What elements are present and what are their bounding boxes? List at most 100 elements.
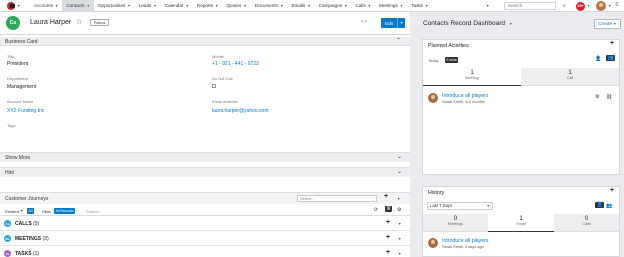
tab-calls[interactable]: 0 Calls (554, 214, 619, 232)
chevron-down-icon[interactable]: ▼ (398, 222, 401, 226)
refresh-icon[interactable]: ⟳ (374, 207, 378, 213)
settings-icon[interactable]: ⚙ (595, 94, 599, 100)
chevron-down-icon[interactable]: ▼ (55, 4, 58, 8)
add-history-icon[interactable]: + (610, 187, 614, 194)
unlink-icon[interactable]: ⛓ (606, 94, 612, 100)
add-meeting-icon[interactable]: + (386, 234, 390, 241)
nav-item-emails[interactable]: Emails ▼ (287, 0, 314, 12)
add-journey-icon[interactable]: + (384, 193, 388, 200)
filter-value-pill[interactable]: All Records (54, 207, 76, 214)
tab-call[interactable]: 1 Call (521, 68, 619, 86)
hint-bar[interactable]: Hint ⌄ (0, 167, 410, 177)
do-not-call-checkbox[interactable] (212, 84, 216, 88)
account-name-link[interactable]: XYZ Funding Inc (7, 108, 44, 114)
today-toggle[interactable]: Today (428, 58, 439, 63)
chevron-down-icon[interactable]: ▼ (215, 4, 218, 8)
chevron-down-icon[interactable]: ▼ (344, 4, 347, 8)
user-icon[interactable]: 👤 (595, 56, 601, 62)
nav-item-calendar[interactable]: Calendar ▼ (161, 0, 193, 12)
notifications-badge[interactable]: 20+ (576, 1, 585, 11)
chevron-down-icon[interactable]: ▼ (185, 4, 188, 8)
filter-label: Filter (42, 208, 51, 214)
chevron-down-icon[interactable]: ▼ (425, 4, 428, 8)
tab-meetings[interactable]: 0 Meetings (423, 214, 488, 232)
add-activity-icon[interactable]: + (610, 40, 614, 47)
chevron-down-icon[interactable]: ▼ (613, 22, 616, 26)
chevron-up-icon[interactable]: ⌃ (396, 37, 401, 44)
subpanel-tasks[interactable]: Ta TASKS (1) + ▼ (0, 247, 410, 257)
chevron-down-icon[interactable]: ▼ (87, 4, 90, 8)
subpanel-calls[interactable]: Ca CALLS (5) + ▼ (0, 217, 410, 231)
show-more-bar[interactable]: Show More ⌄ (0, 152, 410, 162)
assignee-avatar[interactable] (428, 93, 438, 103)
tab-email[interactable]: 1 Email (488, 214, 554, 232)
subpanel-meetings[interactable]: Me MEETINGS (3) + ▼ (0, 232, 410, 246)
chevron-down-icon[interactable]: ▼ (20, 209, 23, 213)
activity-title-link[interactable]: Introduce all players (442, 93, 488, 99)
filter-search-input[interactable]: Search... (86, 209, 102, 214)
chevron-down-icon[interactable]: ▼ (307, 4, 310, 8)
history-title-link[interactable]: Introduce all players (442, 238, 488, 244)
nav-item-reports[interactable]: Reports ▼ (193, 0, 223, 12)
dashboard-title[interactable]: Contacts Record Dashboard (423, 20, 505, 27)
nav-item-calls[interactable]: Calls ▼ (351, 0, 375, 12)
prev-next-icons[interactable]: ‹ › (361, 19, 367, 25)
chevron-down-icon[interactable]: ▼ (398, 237, 401, 241)
search-icon[interactable]: ⌕ (563, 3, 566, 9)
add-task-icon[interactable]: + (386, 249, 390, 256)
email-link[interactable]: laura.harper@yahoo.com (212, 108, 269, 114)
nav-item-leads[interactable]: Leads ▼ (135, 0, 161, 12)
chevron-down-icon[interactable]: ⌄ (397, 153, 402, 160)
brand-logo[interactable] (6, 1, 16, 10)
nav-item-accounts[interactable]: Accounts ▼ (30, 0, 62, 12)
chevron-down-icon[interactable]: ▼ (397, 197, 400, 201)
list-view-icon[interactable]: ≣ (385, 205, 393, 212)
group-icon[interactable]: 👥 (606, 203, 612, 209)
dashboard-chevron-icon[interactable]: ▼ (509, 22, 512, 26)
assignee-avatar[interactable] (428, 238, 438, 248)
nav-item-campaigns[interactable]: Campaigns ▼ (315, 0, 352, 12)
user-menu-chevron-icon[interactable]: ▼ (608, 4, 611, 8)
title-value[interactable]: President (7, 61, 28, 67)
logo-chevron-down-icon[interactable]: ▼ (17, 4, 20, 8)
chevron-down-icon[interactable]: ▼ (153, 4, 156, 8)
business-card-header[interactable]: Business Card ⌃ (0, 37, 410, 46)
chevron-down-icon[interactable]: ⌄ (397, 168, 402, 175)
global-search-input[interactable]: Search (504, 2, 556, 10)
related-value-pill[interactable]: All (27, 207, 34, 214)
chevron-down-icon[interactable]: ▼ (368, 4, 371, 8)
chevron-down-icon[interactable]: ▼ (400, 4, 403, 8)
future-toggle[interactable]: Future (445, 56, 459, 63)
nav-item-meetings[interactable]: Meetings ▼ (375, 0, 407, 12)
chevron-down-icon[interactable]: ▼ (397, 18, 403, 28)
nav-item-tasks[interactable]: Tasks ▼ (407, 0, 432, 12)
follow-button[interactable]: Follow (90, 19, 109, 26)
favorite-star-icon[interactable]: ☆ (76, 18, 82, 26)
menu-icon[interactable]: ≡ (615, 2, 619, 8)
chevron-down-icon[interactable]: ▼ (398, 252, 401, 256)
journey-select[interactable]: Select... (297, 195, 377, 202)
nav-item-quotes[interactable]: Quotes ▼ (222, 0, 250, 12)
history-range-select[interactable]: Last 7 Days ▼ (427, 202, 493, 210)
more-modules-chevron-icon[interactable]: ▼ (486, 4, 489, 8)
add-call-icon[interactable]: + (386, 219, 390, 226)
create-dashlet-button[interactable]: Create ▼ (594, 19, 621, 29)
nav-item-opportunities[interactable]: Opportunities ▼ (94, 0, 135, 12)
tasks-title: TASKS (15, 251, 32, 257)
user-icon[interactable]: 👤 (595, 202, 605, 208)
nav-item-contacts[interactable]: Contacts ▼ (62, 0, 94, 12)
chevron-down-icon[interactable]: ▼ (487, 203, 490, 209)
notifications-chevron-icon[interactable]: ▼ (587, 4, 590, 8)
chevron-down-icon[interactable]: ▼ (127, 4, 130, 8)
chevron-down-icon[interactable]: ▼ (280, 4, 283, 8)
user-avatar[interactable] (596, 1, 606, 11)
tab-meeting[interactable]: 1 Meeting (423, 68, 521, 86)
department-value[interactable]: Management (7, 84, 36, 90)
nav-item-documents[interactable]: Documents ▼ (251, 0, 288, 12)
planned-activity-item: Introduce all players Sarah Smith, in 5 … (428, 93, 618, 107)
group-icon[interactable]: 👥 (606, 55, 616, 61)
chevron-down-icon[interactable]: ▼ (243, 4, 246, 8)
mobile-value[interactable]: +1 - 921 - 441 - 9722 (212, 61, 259, 67)
edit-button[interactable]: Edit ▼ (381, 18, 405, 28)
settings-icon[interactable]: ⚙ (397, 207, 401, 213)
